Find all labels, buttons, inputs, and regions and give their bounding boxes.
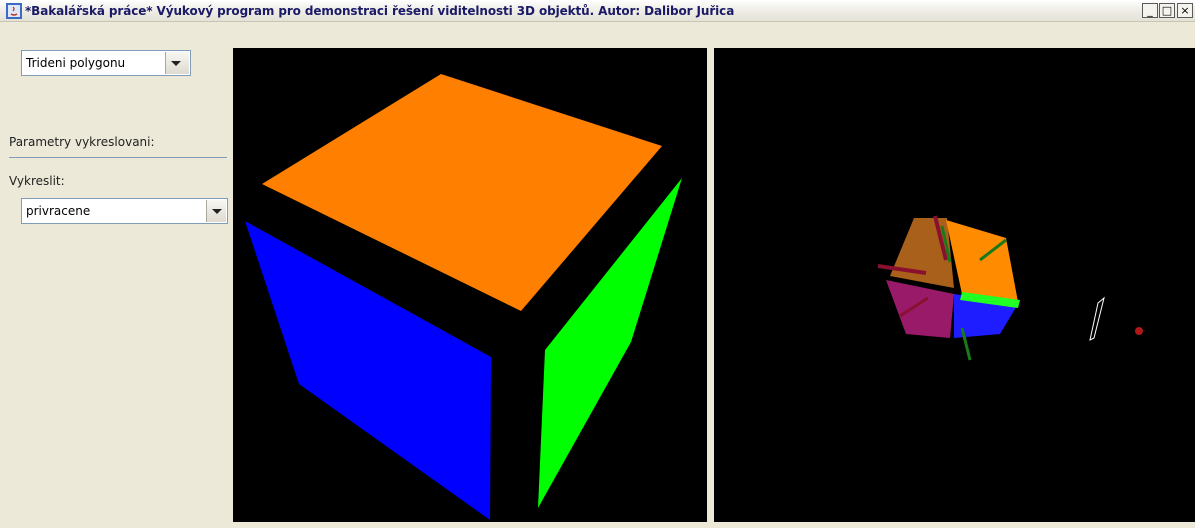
close-button[interactable]: × [1177, 3, 1193, 18]
main-3d-viewport[interactable] [233, 48, 707, 522]
settings-panel [0, 22, 232, 528]
section-divider [9, 157, 227, 158]
algorithm-select-value: Trideni polygonu [26, 56, 126, 70]
small-cube [877, 215, 1020, 361]
java-app-icon [6, 3, 22, 19]
window-title: *Bakalářská práce* Výukový program pro d… [25, 4, 735, 18]
draw-label: Vykreslit: [9, 174, 65, 188]
section-heading: Parametry vykreslovani: [9, 135, 155, 149]
title-bar[interactable]: *Bakalářská práce* Výukový program pro d… [0, 0, 1195, 22]
draw-select[interactable]: privracene [21, 198, 228, 224]
scene-overview-viewport[interactable] [714, 48, 1195, 522]
maximize-button[interactable]: □ [1159, 3, 1175, 18]
camera-frustum [1089, 296, 1105, 341]
chevron-down-icon[interactable] [206, 200, 226, 222]
minimize-button[interactable]: _ [1142, 3, 1158, 18]
draw-select-value: privracene [26, 204, 91, 218]
light-source [1135, 327, 1143, 335]
chevron-down-icon[interactable] [165, 52, 189, 74]
algorithm-select[interactable]: Trideni polygonu [21, 50, 191, 76]
